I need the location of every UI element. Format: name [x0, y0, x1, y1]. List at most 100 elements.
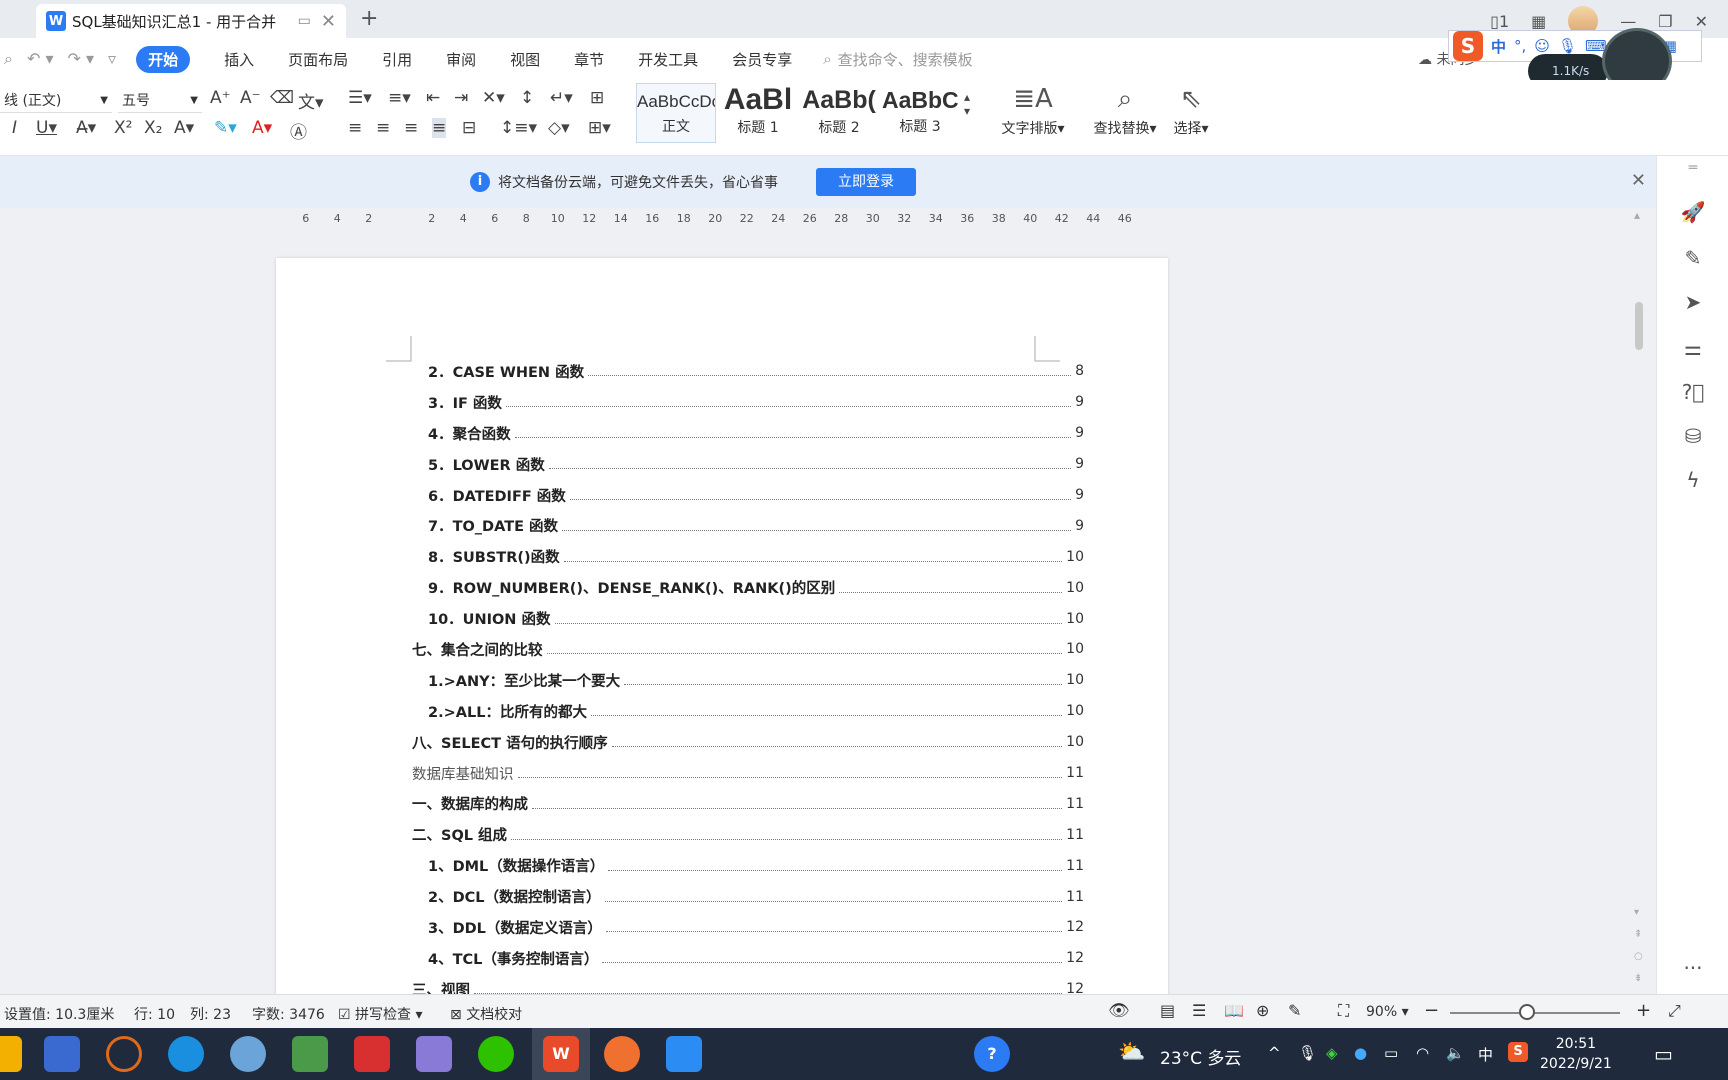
italic-icon[interactable]: I — [12, 118, 17, 138]
toc-entry[interactable]: 七、集合之间的比较 10 — [412, 634, 1084, 665]
toc-entry[interactable]: 6．DATEDIFF 函数 9 — [412, 480, 1084, 511]
justify-icon[interactable]: ≡ — [432, 118, 447, 138]
underline-icon[interactable]: U▾ — [36, 118, 57, 138]
settings-sliders-icon[interactable]: ⚌ — [1673, 336, 1713, 366]
toc-entry[interactable]: 4、TCL（事务控制语言） 12 — [412, 943, 1084, 974]
bullets-icon[interactable]: ☰▾ — [348, 88, 372, 108]
horizontal-ruler[interactable]: 6 4 2 2 4 6 8 10 12 14 16 18 20 22 24 26 28 30 32 34 36 38 40 4… — [290, 208, 1160, 228]
close-tab-icon[interactable]: ✕ — [321, 11, 336, 32]
vertical-scrollbar[interactable]: ▴ ▾ ⇞ ○ ⇟ — [1632, 208, 1648, 994]
zoom-out-icon[interactable]: − — [1424, 1000, 1439, 1021]
toc-entry[interactable]: 2、DCL（数据控制语言） 11 — [412, 881, 1084, 912]
show-hidden-icons-icon[interactable]: ^ — [1268, 1044, 1281, 1062]
layout-icon[interactable]: ▯1 — [1490, 12, 1509, 31]
shading-icon[interactable]: ◇▾ — [548, 118, 570, 138]
fullscreen-icon[interactable]: ⤢ — [1668, 1001, 1681, 1021]
clear-format-icon[interactable]: ⌫ — [270, 88, 294, 108]
char-border-icon[interactable]: Ⓐ — [290, 118, 307, 143]
document-page[interactable]: 2．CASE WHEN 函数 8 3．IF 函数 9 4．聚合函数 9 5．LOWER 函数… — [276, 258, 1168, 994]
scrollbar-thumb[interactable] — [1635, 302, 1643, 350]
ime-language[interactable]: 中 — [1491, 36, 1506, 57]
align-center-icon[interactable]: ≡ — [376, 118, 390, 138]
volume-icon[interactable]: 🔈 — [1446, 1044, 1465, 1062]
proofread-button[interactable]: ⊠ 文档校对 — [450, 1004, 522, 1024]
tab-stops-icon[interactable]: ⊞ — [590, 88, 604, 108]
sort-icon[interactable]: ↕ — [520, 88, 534, 108]
find-replace-button[interactable]: ⌕ 查找替换▾ — [1088, 84, 1162, 138]
toc-entry[interactable]: 3、DDL（数据定义语言） 12 — [412, 912, 1084, 943]
shrink-font-icon[interactable]: A⁻ — [240, 88, 261, 108]
pointer-icon[interactable]: ➤ — [1673, 290, 1713, 320]
show-marks-icon[interactable]: ↵▾ — [550, 88, 573, 108]
weather-text[interactable]: 23°C 多云 — [1160, 1044, 1241, 1069]
increase-indent-icon[interactable]: ⇥ — [454, 88, 468, 108]
toc-entry[interactable]: 9．ROW_NUMBER()、DENSE_RANK()、RANK()的区别 10 — [412, 572, 1084, 603]
rocket-icon[interactable]: 🚀 — [1673, 200, 1713, 230]
superscript-icon[interactable]: X² — [114, 118, 132, 138]
spell-check-button[interactable]: ☑ 拼写检查 ▾ — [338, 1004, 423, 1024]
toc-entry[interactable]: 3．IF 函数 9 — [412, 387, 1084, 418]
punctuation-icon[interactable]: °, — [1514, 37, 1526, 55]
reading-view-icon[interactable]: 📖 — [1224, 1001, 1244, 1020]
highlight-icon[interactable]: ✎▾ — [214, 118, 237, 138]
zoom-slider-handle[interactable] — [1519, 1004, 1535, 1020]
security-icon[interactable]: ◈ — [1326, 1044, 1338, 1062]
subscript-icon[interactable]: X₂ — [144, 118, 162, 138]
app-icon-5[interactable] — [354, 1036, 390, 1072]
app-icon-2[interactable] — [106, 1036, 142, 1072]
app-icon-1[interactable] — [44, 1036, 80, 1072]
collapse-panel-icon[interactable]: ═ — [1673, 160, 1713, 190]
tab-home[interactable]: 开始 — [136, 45, 191, 73]
text-layout-button[interactable]: ≣A 文字排版▾ — [996, 84, 1070, 138]
browser-tray-icon[interactable]: ● — [1354, 1044, 1367, 1062]
font-color-icon[interactable]: A▾ — [252, 118, 272, 138]
tab-member[interactable]: 会员专享 — [732, 49, 792, 70]
toc-entry[interactable]: 二、SQL 组成 11 — [412, 819, 1084, 850]
style-heading-1[interactable]: AaBl 标题 1 — [720, 83, 796, 143]
scroll-up-icon[interactable]: ▴ — [1634, 208, 1640, 222]
sogou-tray-icon[interactable]: S — [1508, 1042, 1528, 1062]
toc-entry[interactable]: 2．CASE WHEN 函数 8 — [412, 356, 1084, 387]
close-notice-icon[interactable]: ✕ — [1631, 170, 1646, 191]
wifi-icon[interactable]: ◠ — [1416, 1044, 1429, 1062]
page-nav-icons[interactable]: ▾ ⇞ ○ ⇟ — [1634, 902, 1643, 990]
zoom-level[interactable]: 90% ▾ — [1366, 1004, 1409, 1020]
align-left-icon[interactable]: ≡ — [348, 118, 362, 138]
help-taskbar-icon[interactable]: ? — [974, 1036, 1010, 1072]
toc-entry[interactable]: 5．LOWER 函数 9 — [412, 449, 1084, 480]
ime-tray-label[interactable]: 中 — [1478, 1044, 1493, 1065]
toc-entry[interactable]: 三、视图 12 — [412, 974, 1084, 994]
select-button[interactable]: ⇖ 选择▾ — [1168, 84, 1214, 138]
word-count[interactable]: 字数: 3476 — [252, 1004, 325, 1024]
tab-page-layout[interactable]: 页面布局 — [288, 49, 348, 70]
outline-view-icon[interactable]: ☰ — [1192, 1001, 1206, 1020]
distribute-icon[interactable]: ⊟ — [462, 118, 476, 138]
eye-protection-icon[interactable]: 👁 — [1108, 1001, 1130, 1021]
text-effect-icon[interactable]: A▾ — [174, 118, 194, 138]
app-icon-4[interactable] — [292, 1036, 328, 1072]
toc-entry[interactable]: 7．TO_DATE 函数 9 — [412, 510, 1084, 541]
app-icon-7[interactable] — [666, 1036, 702, 1072]
backup-icon[interactable]: ⛁ — [1673, 424, 1713, 454]
web-view-icon[interactable]: ⊕ — [1256, 1001, 1269, 1020]
new-tab-button[interactable]: + — [360, 6, 378, 31]
document-tab[interactable]: W SQL基础知识汇总1 - 用于合并 ▭ ✕ — [36, 4, 346, 38]
toc-entry[interactable]: 4．聚合函数 9 — [412, 418, 1084, 449]
style-heading-2[interactable]: AaBb( 标题 2 — [800, 83, 878, 143]
undo-icon[interactable]: ↶ ▾ — [27, 49, 54, 69]
tab-developer[interactable]: 开发工具 — [638, 49, 698, 70]
help-icon[interactable]: ?⃝ — [1673, 380, 1713, 410]
zoom-slider[interactable] — [1450, 1012, 1620, 1014]
tab-references[interactable]: 引用 — [382, 49, 412, 70]
chart-app-icon[interactable] — [0, 1036, 22, 1072]
toc-entry[interactable]: 1.>ANY：至少比某一个要大 10 — [412, 665, 1084, 696]
phonetic-guide-icon[interactable]: 文▾ — [298, 88, 324, 113]
redo-icon[interactable]: ↷ ▾ — [68, 49, 95, 69]
toc-entry[interactable]: 10．UNION 函数 10 — [412, 603, 1084, 634]
grid-apps-icon[interactable]: ▦ — [1531, 12, 1546, 31]
wps-taskbar-icon[interactable]: W — [543, 1036, 579, 1072]
font-size-select[interactable]: 五号 ▼ — [118, 88, 202, 113]
chinese-layout-icon[interactable]: ✕▾ — [482, 88, 505, 108]
edge-browser-icon[interactable] — [168, 1036, 204, 1072]
microphone-icon[interactable]: 🎙 — [1558, 37, 1577, 55]
